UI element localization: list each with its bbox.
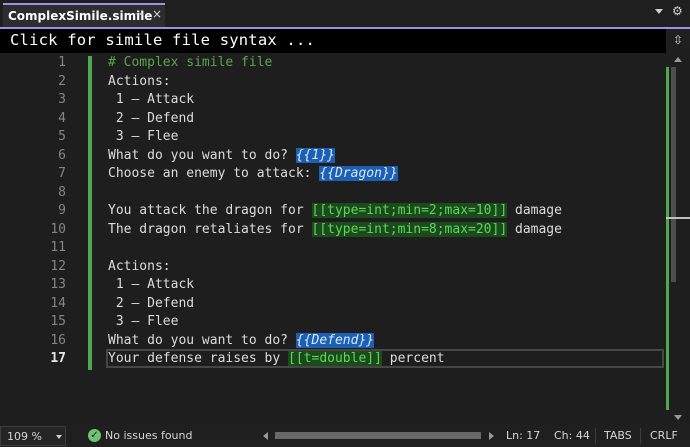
code-text: 2 – Defend <box>108 295 195 311</box>
scrollbar-change-markers <box>666 67 669 410</box>
syntax-info-bar[interactable]: Click for simile file syntax ... <box>0 29 666 53</box>
status-bar: 109 % ✓ No issues found Ln: 17 Ch: 44 TA… <box>0 425 690 447</box>
random-value-token: [[type=int;min=8;max=20]] <box>311 221 508 237</box>
line-number: 9 <box>58 203 66 218</box>
chevron-down-icon[interactable] <box>655 9 663 14</box>
indent-mode[interactable]: TABS <box>604 429 632 442</box>
code-text: Actions: <box>108 73 171 89</box>
line-number: 3 <box>58 92 66 107</box>
document-tab[interactable]: ComplexSimile.simile ⊸ × <box>3 3 165 27</box>
random-value-token: [[type=int;min=2;max=10]] <box>311 203 508 218</box>
code-line[interactable]: Choose an enemy to attack: {{Dragon}} <box>108 165 398 184</box>
code-text: What do you want to do? <box>108 147 296 163</box>
code-line[interactable]: What do you want to do? {{Defend}} <box>108 332 375 351</box>
scroll-left-icon[interactable] <box>263 432 268 440</box>
code-line[interactable]: 2 – Defend <box>108 295 194 314</box>
check-circle-icon: ✓ <box>88 429 101 442</box>
line-number: 13 <box>50 277 66 292</box>
code-line[interactable]: What do you want to do? {{1}} <box>108 147 335 166</box>
code-text: Choose an enemy to attack: <box>108 166 320 181</box>
chevron-down-icon <box>56 435 62 439</box>
code-line[interactable]: 3 – Flee <box>108 128 179 147</box>
code-text: 1 – Attack <box>108 92 195 107</box>
code-text: 3 – Flee <box>108 314 179 329</box>
status-divider <box>595 428 596 444</box>
line-ending[interactable]: CRLF <box>650 429 678 442</box>
code-editor[interactable]: 1 2 3 4 5 6 7 8 9 10 11 12 13 14 15 16 17 # Complex simi… <box>0 53 666 425</box>
line-number: 4 <box>58 110 66 126</box>
line-number: 11 <box>50 240 66 255</box>
line-number: 14 <box>50 295 66 311</box>
line-number: 15 <box>50 314 66 329</box>
split-window-icon[interactable]: ⇳ <box>666 29 690 53</box>
tab-title: ComplexSimile.simile <box>8 9 153 23</box>
placeholder-token: {{Dragon}} <box>319 166 398 181</box>
code-comment: # Complex simile file <box>108 55 273 70</box>
line-number: 7 <box>58 166 66 181</box>
code-line[interactable]: 2 – Defend <box>108 110 194 129</box>
placeholder-token: {{1}} <box>295 147 335 163</box>
document-tab-strip: ComplexSimile.simile ⊸ × ⚙ <box>0 0 690 27</box>
code-text: Your defense raises by <box>108 351 289 366</box>
vertical-scrollbar[interactable] <box>666 53 690 425</box>
code-line[interactable]: Your defense raises by [[t=double]] perc… <box>108 350 445 369</box>
scroll-right-icon[interactable] <box>489 432 494 440</box>
close-icon[interactable]: × <box>152 7 162 21</box>
scrollbar-caret-marker <box>666 217 690 219</box>
code-line[interactable]: 1 – Attack <box>108 276 194 295</box>
line-number: 16 <box>50 332 66 348</box>
scroll-down-icon[interactable] <box>674 415 682 420</box>
code-line[interactable]: Actions: <box>108 73 171 92</box>
line-number: 8 <box>58 184 66 200</box>
line-number: 10 <box>50 221 66 237</box>
zoom-level: 109 % <box>7 430 42 443</box>
code-line[interactable]: The dragon retaliates for [[type=int;min… <box>108 221 562 240</box>
horizontal-scroll-thumb[interactable] <box>275 432 481 439</box>
pin-icon[interactable]: ⊸ <box>135 9 143 20</box>
code-text: 2 – Defend <box>108 110 195 126</box>
code-line[interactable]: 3 – Flee <box>108 313 179 332</box>
code-text: 3 – Flee <box>108 129 179 144</box>
horizontal-scrollbar[interactable] <box>263 430 495 442</box>
vertical-scroll-thumb[interactable] <box>671 67 676 282</box>
code-text: damage <box>507 221 562 237</box>
issues-status[interactable]: No issues found <box>105 429 192 442</box>
code-line[interactable]: # Complex simile file <box>108 54 272 73</box>
code-line[interactable]: You attack the dragon for [[type=int;min… <box>108 202 562 221</box>
column-indicator[interactable]: Ch: 44 <box>554 429 590 442</box>
placeholder-token: {{Defend}} <box>295 332 375 348</box>
line-number: 2 <box>58 73 66 89</box>
code-text: 1 – Attack <box>108 277 195 292</box>
zoom-select[interactable]: 109 % <box>0 426 66 446</box>
code-text: percent <box>381 351 445 366</box>
line-number: 5 <box>58 129 66 144</box>
code-text: You attack the dragon for <box>108 203 312 218</box>
gear-icon[interactable]: ⚙ <box>672 4 683 18</box>
code-line[interactable]: Actions: <box>108 258 171 277</box>
line-number: 1 <box>58 55 66 70</box>
status-divider <box>640 428 641 444</box>
code-text: The dragon retaliates for <box>108 221 312 237</box>
change-tracking-bar <box>88 56 92 370</box>
random-value-token: [[t=double]] <box>288 351 382 366</box>
code-text: What do you want to do? <box>108 332 296 348</box>
syntax-info-link[interactable]: Click for simile file syntax ... <box>10 31 315 49</box>
line-number: 6 <box>58 147 66 163</box>
code-text: Actions: <box>108 258 171 274</box>
code-text: damage <box>507 203 562 218</box>
line-number: 17 <box>50 351 66 366</box>
scroll-up-icon[interactable] <box>674 57 682 62</box>
code-line[interactable]: 1 – Attack <box>108 91 194 110</box>
line-indicator[interactable]: Ln: 17 <box>506 429 540 442</box>
line-number: 12 <box>50 258 66 274</box>
